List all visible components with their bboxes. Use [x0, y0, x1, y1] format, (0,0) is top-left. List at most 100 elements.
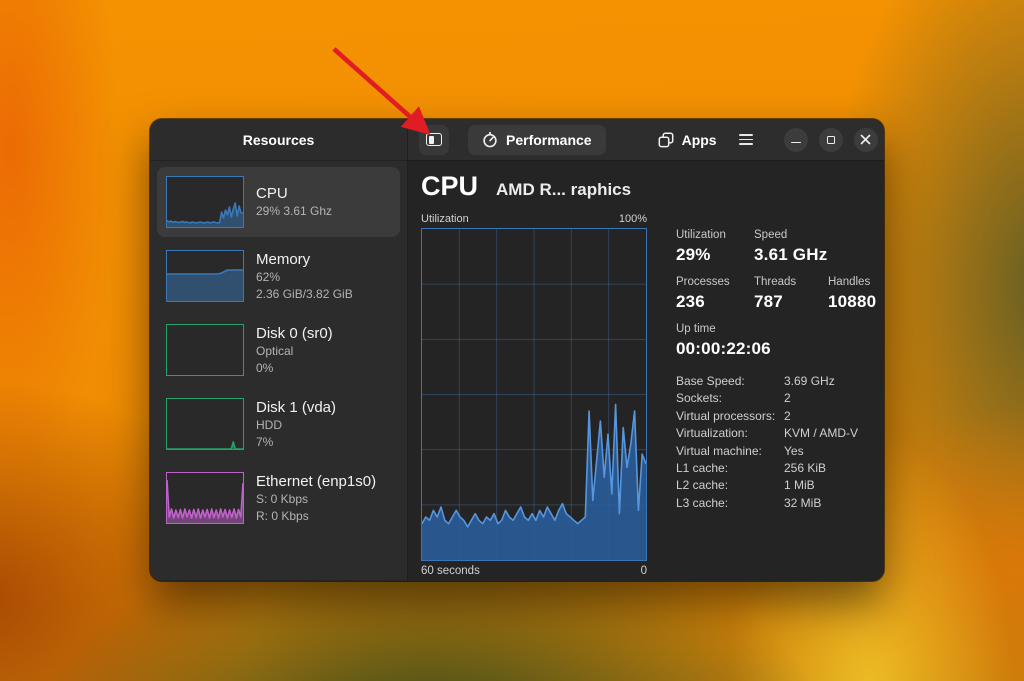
stat-speed: Speed 3.61 GHz — [754, 229, 827, 265]
sidebar-item-cpu[interactable]: CPU 29% 3.61 Ghz — [157, 167, 400, 237]
stat-label: Up time — [676, 323, 716, 335]
cpu-mini-graph — [166, 176, 244, 228]
detail-value: KVM / AMD-V — [784, 426, 859, 441]
stat-label: Speed — [754, 229, 788, 241]
sidebar-item-stat: Optical — [256, 344, 294, 358]
minimize-icon — [790, 141, 801, 144]
headerbar: Resources Performance Apps — [150, 119, 884, 161]
detail-label: Sockets: — [676, 391, 723, 406]
detail-row: Virtualization: KVM / AMD-V — [676, 425, 884, 442]
ethernet-mini-graph — [166, 472, 244, 524]
cpu-model-subtitle: AMD R... raphics — [496, 180, 632, 199]
detail-label: Virtualization: — [676, 426, 748, 441]
detail-value: Yes — [784, 443, 804, 458]
detail-row: L1 cache: 256 KiB — [676, 460, 884, 477]
tab-apps-label: Apps — [681, 131, 717, 148]
detail-label: L3 cache: — [676, 495, 729, 510]
detail-label: Virtual processors: — [676, 408, 776, 423]
sidebar-item-name: Disk 0 (sr0) — [256, 325, 333, 342]
sidebar-header: Resources — [150, 119, 408, 161]
detail-label: Virtual machine: — [676, 443, 762, 458]
stat-value: 787 — [754, 292, 783, 311]
chart-xmin-label: 60 seconds — [421, 565, 480, 577]
detail-row: L2 cache: 1 MiB — [676, 477, 884, 494]
stat-handles: Handles 10880 — [828, 276, 884, 312]
tab-apps[interactable]: Apps — [644, 125, 731, 155]
sidebar-item-disk1[interactable]: Disk 1 (vda) HDD 7% — [157, 389, 400, 459]
disk1-mini-graph — [166, 398, 244, 450]
stat-threads: Threads 787 — [754, 276, 812, 312]
detail-value: 3.69 GHz — [784, 374, 835, 388]
speedometer-icon — [483, 131, 497, 147]
detail-value: 2 — [784, 408, 791, 423]
detail-label: L1 cache: — [676, 461, 729, 476]
stat-up-time: Up time 00:00:22:06 — [676, 323, 771, 359]
sidebar-item-stat: R: 0 Kbps — [256, 508, 309, 523]
sidebar-item-name: Disk 1 (vda) — [256, 399, 337, 416]
detail-row: Virtual processors: 2 — [676, 408, 884, 425]
sidebar-item-stat: S: 0 Kbps — [256, 492, 309, 506]
minimize-button[interactable] — [783, 127, 808, 152]
split-panel-icon — [426, 133, 442, 146]
sidebar-item-text: Memory 62% 2.36 GiB/3.82 GiB — [256, 250, 353, 302]
chart-ymax-label: 100% — [618, 213, 647, 225]
detail-row: Virtual machine: Yes — [676, 443, 884, 460]
sidebar-item-disk0[interactable]: Disk 0 (sr0) Optical 0% — [157, 315, 400, 385]
stat-value: 29% — [676, 245, 711, 264]
detail-value: 2 — [784, 391, 791, 406]
stat-group: Processes 236 Threads 787 Handles 10880 — [676, 276, 884, 312]
stat-group: Up time 00:00:22:06 — [676, 323, 884, 359]
stats-groups: Utilization 29% Speed 3.61 GHz Processes 236 T… — [676, 229, 884, 359]
close-icon — [860, 134, 871, 145]
sidebar-item-text: Disk 1 (vda) HDD 7% — [256, 398, 336, 450]
detail-value: 32 MiB — [784, 495, 822, 510]
detail-value: 256 KiB — [784, 461, 827, 476]
sidebar-item-stat: 29% 3.61 Ghz — [256, 204, 333, 219]
sidebar-item-stat: 62% — [256, 270, 281, 284]
sidebar-item-stat: HDD — [256, 418, 282, 432]
sidebar-toggle-button[interactable] — [419, 124, 449, 155]
sidebar-item-name: Memory — [256, 251, 311, 268]
sidebar-item-text: Disk 0 (sr0) Optical 0% — [256, 324, 333, 376]
sidebar-item-ethernet[interactable]: Ethernet (enp1s0) S: 0 Kbps R: 0 Kbps — [157, 463, 400, 533]
sidebar-item-name: Ethernet (enp1s0) — [256, 473, 377, 490]
detail-row: Sockets: 2 — [676, 390, 884, 407]
stat-value: 236 — [676, 292, 705, 311]
disk0-mini-graph — [166, 324, 244, 376]
resources-app-window: Resources Performance Apps CPU 29% 3.61 … — [150, 119, 884, 581]
stat-group: Utilization 29% Speed 3.61 GHz — [676, 229, 884, 265]
maximize-icon — [826, 135, 835, 144]
sidebar-item-memory[interactable]: Memory 62% 2.36 GiB/3.82 GiB — [157, 241, 400, 311]
sidebar-item-list: CPU 29% 3.61 Ghz Memory 62% 2.36 GiB/3.82 Gi… — [157, 167, 400, 533]
stacked-windows-icon — [658, 132, 674, 147]
stat-utilization: Utilization 29% — [676, 229, 738, 265]
chart-ylabel: Utilization — [421, 213, 469, 225]
stat-value: 00:00:22:06 — [676, 339, 771, 358]
detail-label: L2 cache: — [676, 478, 729, 493]
primary-menu-button[interactable] — [731, 125, 761, 155]
cpu-performance-panel: CPU AMD R... raphics Utilization 100% 60… — [408, 161, 884, 580]
sidebar-item-name: CPU — [256, 185, 288, 203]
stat-processes: Processes 236 — [676, 276, 738, 312]
sidebar: CPU 29% 3.61 Ghz Memory 62% 2.36 GiB/3.82 Gi… — [150, 161, 408, 580]
tab-performance[interactable]: Performance — [468, 124, 606, 155]
chart-xmax-label: 0 — [640, 565, 647, 577]
maximize-button[interactable] — [818, 127, 843, 152]
detail-label: Base Speed: — [676, 374, 745, 388]
page-title: CPU — [421, 171, 479, 201]
stat-value: 10880 — [828, 292, 877, 311]
stat-label: Handles — [828, 276, 871, 288]
stat-label: Threads — [754, 276, 797, 288]
memory-mini-graph — [166, 250, 244, 302]
sidebar-item-stat: 0% — [256, 360, 274, 375]
stat-value: 3.61 GHz — [754, 245, 828, 264]
detail-row: Base Speed: 3.69 GHz — [676, 373, 884, 390]
sidebar-item-stat: 2.36 GiB/3.82 GiB — [256, 286, 353, 301]
window-title: Resources — [242, 131, 315, 148]
stat-label: Processes — [676, 276, 730, 288]
detail-value: 1 MiB — [784, 478, 815, 493]
sidebar-item-text: Ethernet (enp1s0) S: 0 Kbps R: 0 Kbps — [256, 472, 376, 524]
headerbar-main: Performance Apps — [408, 119, 884, 161]
cpu-details-list: Base Speed: 3.69 GHz Sockets: 2 Virtual proc… — [676, 373, 884, 512]
close-button[interactable] — [853, 127, 878, 152]
